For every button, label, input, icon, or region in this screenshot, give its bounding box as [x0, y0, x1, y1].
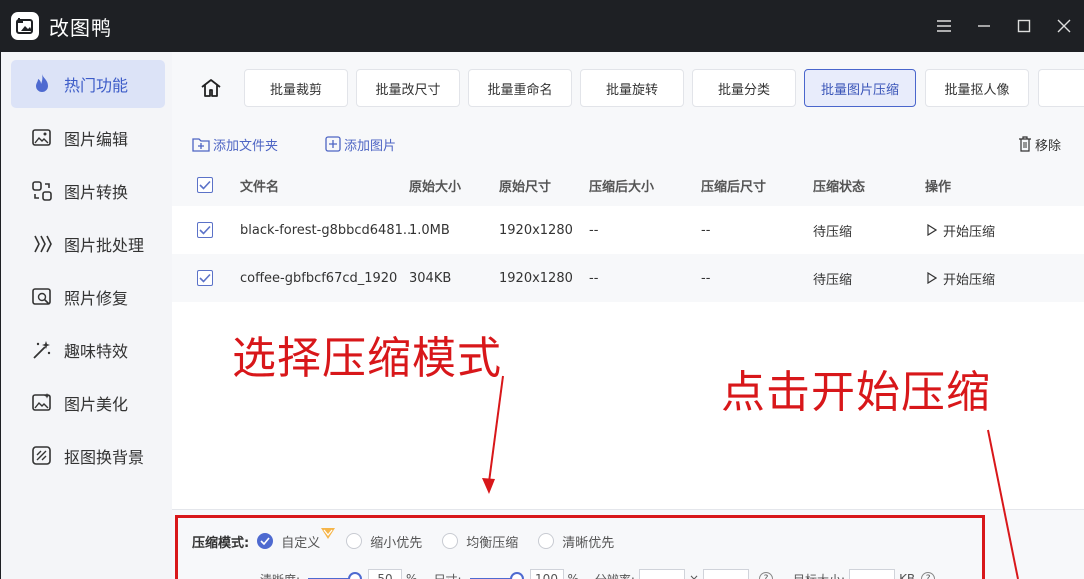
row-checkbox[interactable] — [197, 270, 213, 286]
sidebar-item-image-edit[interactable]: 图片编辑 — [11, 114, 165, 162]
image-convert-icon — [31, 180, 53, 202]
cell-compressed-size: -- — [589, 270, 599, 286]
cell-status: 待压缩 — [813, 224, 853, 240]
highlight-box — [175, 515, 985, 579]
tab-batch-resize[interactable]: 批量改尺寸 — [356, 69, 460, 107]
tab-batch-rotate[interactable]: 批量旋转 — [580, 69, 684, 107]
start-compress-label: 开始压缩 — [943, 224, 996, 240]
header-original-size: 原始大小 — [409, 179, 462, 195]
cell-original-size: 304KB — [409, 270, 452, 286]
tab-batch-compress[interactable]: 批量图片压缩 — [804, 69, 916, 107]
annotation-click-start: 点击开始压缩 — [721, 367, 991, 418]
sidebar-item-fun-effects[interactable]: 趣味特效 — [11, 326, 165, 374]
cell-original-dims: 1920x1280 — [499, 222, 573, 238]
sidebar-item-cutout[interactable]: 抠图换背景 — [11, 432, 165, 480]
close-icon[interactable] — [1044, 0, 1084, 52]
cell-compressed-dims: -- — [701, 270, 711, 286]
sidebar-item-photo-repair[interactable]: 照片修复 — [11, 273, 165, 321]
add-folder-label: 添加文件夹 — [213, 138, 279, 154]
play-icon — [927, 224, 937, 236]
header-action: 操作 — [925, 179, 952, 195]
home-icon[interactable] — [200, 77, 224, 101]
batch-process-icon — [31, 233, 53, 255]
start-compress-label: 开始压缩 — [943, 272, 996, 288]
select-all-checkbox[interactable] — [197, 177, 213, 193]
header-original-dims: 原始尺寸 — [499, 179, 552, 195]
cell-status: 待压缩 — [813, 272, 853, 288]
table-row: black-forest-g8bbcd6481... 1.0MB 1920x12… — [172, 206, 1084, 254]
remove-label: 移除 — [1035, 138, 1062, 154]
file-toolbar: 添加文件夹 添加图片 移除 — [172, 124, 1084, 164]
sidebar-item-label: 图片批处理 — [64, 236, 145, 255]
main-panel: 批量裁剪 批量改尺寸 批量重命名 批量旋转 批量分类 批量图片压缩 批量抠人像 … — [172, 52, 1084, 579]
menu-icon[interactable] — [924, 0, 964, 52]
cutout-icon — [31, 445, 53, 467]
photo-repair-icon — [31, 286, 53, 308]
cell-file-name: black-forest-g8bbcd6481... — [240, 222, 416, 238]
trash-icon — [1018, 136, 1032, 152]
table-row: coffee-gbfbcf67cd_1920 304KB 1920x1280 -… — [172, 254, 1084, 302]
sidebar: 热门功能 图片编辑 图片转换 图片批处理 照片修复 趣味特效 图片美化 抠图换背… — [0, 52, 172, 579]
tab-batch-crop[interactable]: 批量裁剪 — [244, 69, 348, 107]
folder-plus-icon — [192, 136, 210, 152]
add-image-button[interactable]: 添加图片 — [325, 134, 396, 154]
tab-batch-rename[interactable]: 批量重命名 — [468, 69, 572, 107]
sidebar-item-image-beautify[interactable]: 图片美化 — [11, 379, 165, 427]
annotation-select-mode: 选择压缩模式 — [232, 333, 502, 384]
cell-file-name: coffee-gbfbcf67cd_1920 — [240, 270, 398, 286]
minimize-icon[interactable] — [964, 0, 1004, 52]
magic-wand-icon — [31, 339, 53, 361]
sidebar-item-label: 趣味特效 — [64, 342, 129, 361]
cell-compressed-dims: -- — [701, 222, 711, 238]
image-beautify-icon — [31, 392, 53, 414]
add-image-label: 添加图片 — [344, 138, 397, 154]
sidebar-item-label: 照片修复 — [64, 289, 129, 308]
feature-tabs: 批量裁剪 批量改尺寸 批量重命名 批量旋转 批量分类 批量图片压缩 批量抠人像 — [172, 52, 1084, 124]
title-bar: 改图鸭 — [0, 0, 1084, 52]
start-compress-button[interactable]: 开始压缩 — [927, 221, 995, 240]
sidebar-item-label: 热门功能 — [64, 76, 129, 95]
flame-icon — [31, 73, 53, 95]
tab-batch-portrait-cutout[interactable]: 批量抠人像 — [925, 69, 1029, 107]
add-folder-button[interactable]: 添加文件夹 — [192, 134, 278, 154]
sidebar-item-label: 图片美化 — [64, 395, 129, 414]
sidebar-item-hot-features[interactable]: 热门功能 — [11, 60, 165, 108]
remove-button[interactable]: 移除 — [1018, 134, 1061, 154]
sidebar-item-label: 图片编辑 — [64, 130, 129, 149]
header-compressed-size: 压缩后大小 — [589, 179, 655, 195]
sidebar-item-label: 抠图换背景 — [64, 448, 145, 467]
image-edit-icon — [31, 127, 53, 149]
cell-original-size: 1.0MB — [409, 222, 450, 238]
play-icon — [927, 272, 937, 284]
image-plus-icon — [325, 136, 341, 152]
tab-batch-classify[interactable]: 批量分类 — [692, 69, 796, 107]
header-file-name: 文件名 — [240, 179, 280, 195]
cell-compressed-size: -- — [589, 222, 599, 238]
app-logo-icon — [11, 12, 39, 40]
app-title: 改图鸭 — [49, 15, 112, 40]
tab-partial-next[interactable] — [1038, 69, 1084, 107]
sidebar-item-image-convert[interactable]: 图片转换 — [11, 167, 165, 215]
row-checkbox[interactable] — [197, 222, 213, 238]
cell-original-dims: 1920x1280 — [499, 270, 573, 286]
table-header-row: 文件名 原始大小 原始尺寸 压缩后大小 压缩后尺寸 压缩状态 操作 — [172, 164, 1084, 206]
maximize-icon[interactable] — [1004, 0, 1044, 52]
header-status: 压缩状态 — [813, 179, 866, 195]
sidebar-item-label: 图片转换 — [64, 183, 129, 202]
start-compress-button[interactable]: 开始压缩 — [927, 269, 995, 288]
header-compressed-dims: 压缩后尺寸 — [701, 179, 767, 195]
sidebar-item-batch-process[interactable]: 图片批处理 — [11, 220, 165, 268]
